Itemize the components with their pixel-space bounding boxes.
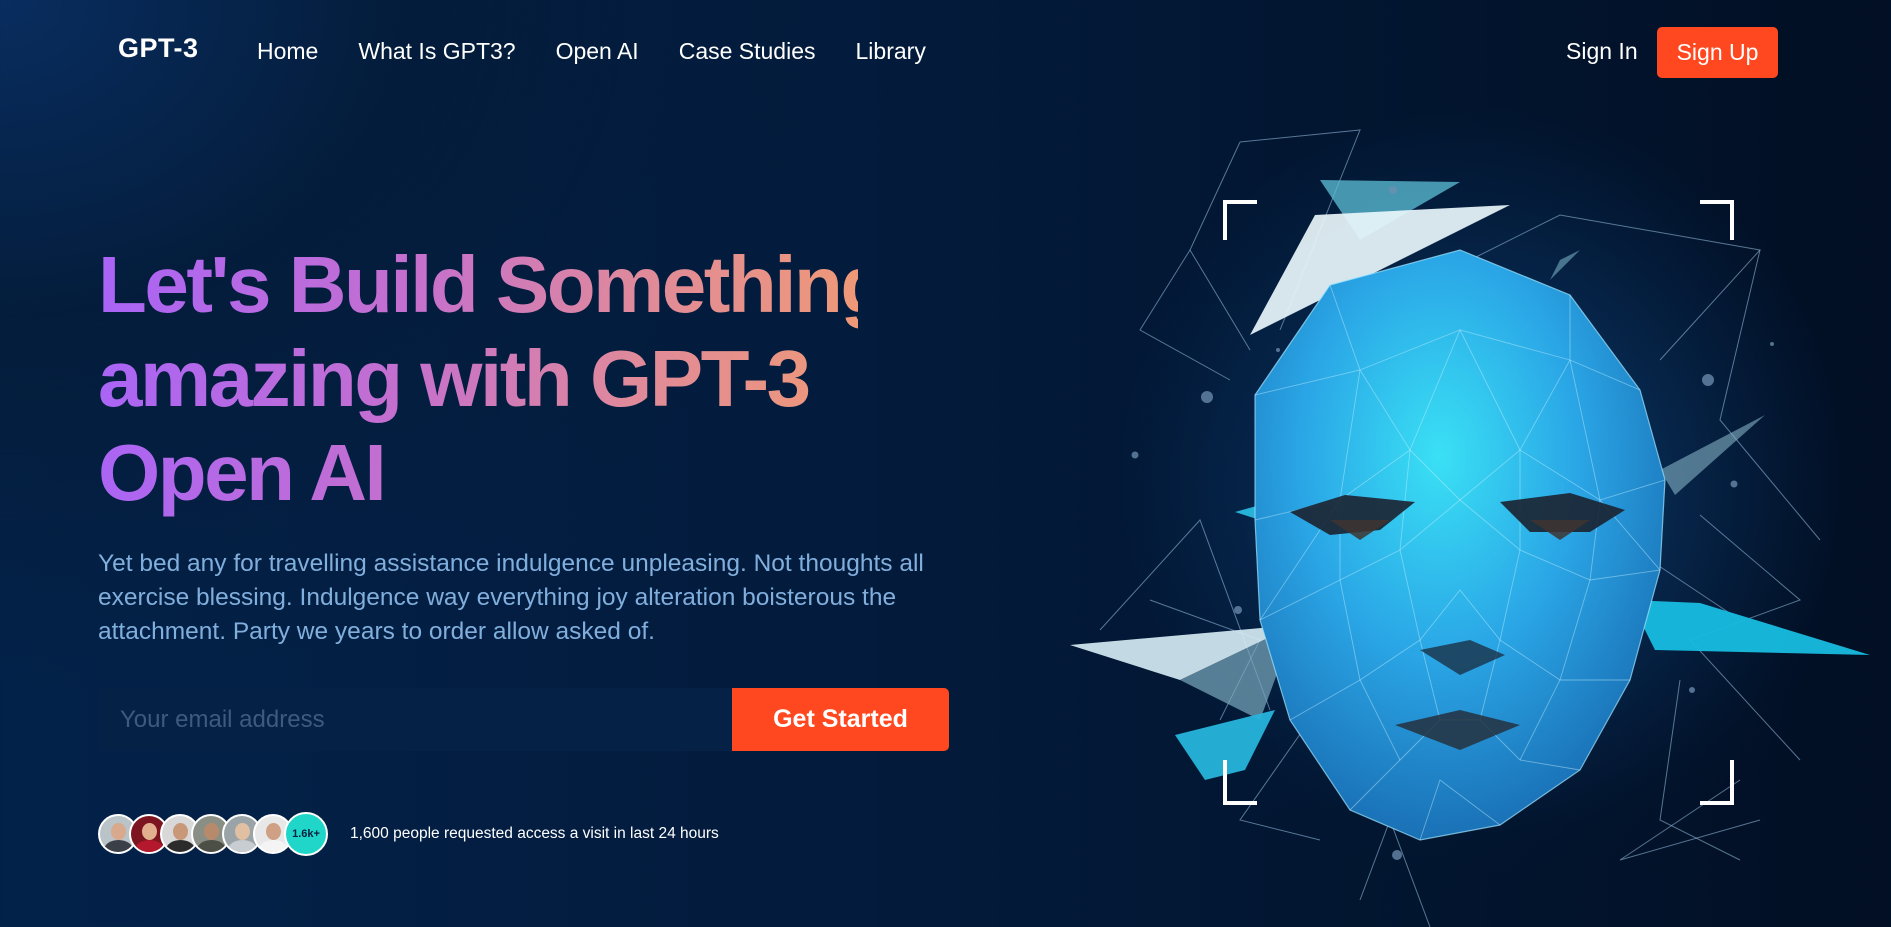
sign-in-link[interactable]: Sign In: [1566, 38, 1638, 65]
nav-link-library[interactable]: Library: [856, 38, 926, 65]
avatar-count-badge: 1.6k+: [284, 812, 328, 856]
email-signup-form: Get Started: [98, 688, 949, 751]
nav-links: Home What Is GPT3? Open AI Case Studies …: [257, 38, 966, 65]
sign-up-button[interactable]: Sign Up: [1657, 27, 1778, 78]
logo[interactable]: GPT-3: [118, 33, 199, 64]
headline-line-1: Let's Build Something: [98, 240, 887, 329]
social-proof-text: 1,600 people requested access a visit in…: [350, 825, 719, 842]
nav-link-what-is-gpt3[interactable]: What Is GPT3?: [358, 38, 515, 65]
nav-link-home[interactable]: Home: [257, 38, 318, 65]
hero-headline: Let's Build Something amazing with GPT-3…: [98, 238, 858, 520]
nav-link-case-studies[interactable]: Case Studies: [679, 38, 816, 65]
avatar-group: 1.6k+: [98, 812, 328, 856]
low-poly-face-icon: [1060, 120, 1880, 927]
headline-line-3: Open AI: [98, 428, 385, 517]
email-input[interactable]: [98, 688, 732, 751]
hero-description: Yet bed any for travelling assistance in…: [98, 550, 924, 645]
nav-link-open-ai[interactable]: Open AI: [556, 38, 639, 65]
navbar: GPT-3 Home What Is GPT3? Open AI Case St…: [0, 0, 1891, 105]
headline-line-2: amazing with GPT-3: [98, 334, 809, 423]
social-proof: 1.6k+ 1,600 people requested access a vi…: [98, 812, 719, 856]
get-started-button[interactable]: Get Started: [732, 688, 949, 751]
